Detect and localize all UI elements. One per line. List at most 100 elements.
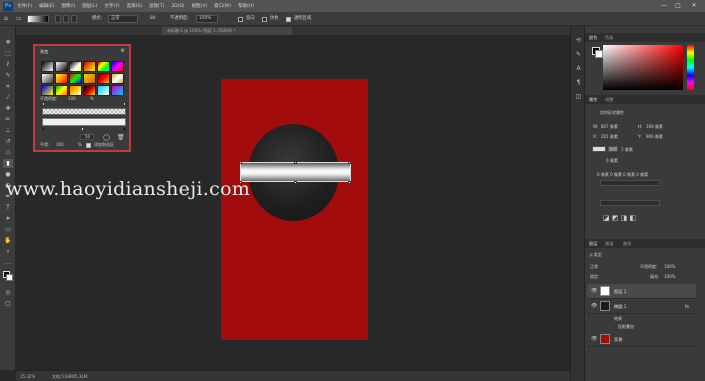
gradient-swatch[interactable] <box>69 61 82 72</box>
home-icon[interactable]: ⌂ <box>4 15 8 23</box>
menu-3d[interactable]: 3D(D) <box>171 4 184 9</box>
color-stop-mid[interactable] <box>81 127 84 131</box>
layer-row[interactable]: 👁 图层 1 <box>587 284 696 299</box>
quick-select-tool-icon[interactable]: ✎ <box>3 71 13 80</box>
color-gradient-bar[interactable] <box>42 118 126 126</box>
gradient-swatch[interactable] <box>55 85 68 96</box>
radius-row[interactable]: 0 像素 0 像素 0 像素 0 像素 <box>597 172 648 178</box>
lasso-tool-icon[interactable]: ℓ <box>3 60 13 69</box>
add-to-selection-checkbox[interactable] <box>86 143 91 148</box>
screen-mode-icon[interactable]: ▢ <box>3 299 13 308</box>
gradient-tool-icon[interactable]: ▮ <box>3 159 13 168</box>
more-tools-icon[interactable]: … <box>3 258 13 267</box>
menu-select[interactable]: 选择(S) <box>127 3 142 9</box>
eye-icon[interactable]: 👁 <box>591 336 597 342</box>
tab-adjustments[interactable]: 调整 <box>605 96 613 104</box>
opacity-gradient-bar[interactable] <box>42 108 126 115</box>
menu-layer[interactable]: 图层(L) <box>82 3 97 9</box>
type-tool-icon[interactable]: T <box>3 203 13 212</box>
eyedropper-tool-icon[interactable]: ⁄ <box>3 93 13 102</box>
w-value[interactable]: 807 像素 <box>601 124 618 130</box>
healing-tool-icon[interactable]: ✚ <box>3 104 13 113</box>
character-icon[interactable]: A <box>574 64 583 73</box>
gradient-preview[interactable] <box>27 15 49 23</box>
gradient-swatch[interactable] <box>97 73 110 84</box>
stroke-swatch[interactable] <box>608 146 618 152</box>
effect-item-label[interactable]: 投影叠加 <box>618 324 634 330</box>
color-stop-left[interactable] <box>42 127 45 131</box>
fx-icon[interactable]: fx <box>685 304 689 309</box>
fill-swatch[interactable] <box>592 146 606 152</box>
transform-handle[interactable] <box>294 181 297 184</box>
tab-channels[interactable]: 通道 <box>605 240 613 248</box>
gradient-swatch[interactable] <box>111 85 124 96</box>
transform-handle[interactable] <box>294 161 297 164</box>
path-ops-icon[interactable]: ◪ ◩ ◨ ◧ <box>603 214 636 222</box>
gear-icon[interactable]: ⚙ <box>121 48 125 54</box>
transform-handle[interactable] <box>239 161 242 164</box>
eye-icon[interactable]: 👁 <box>591 303 597 309</box>
opacity-input[interactable]: 100% <box>196 15 218 23</box>
corner-value[interactable]: 0 像素 <box>606 158 618 164</box>
layer-kind-filter[interactable]: ρ 类型 <box>590 252 602 258</box>
gradient-swatch[interactable] <box>41 73 54 84</box>
gradient-swatch[interactable] <box>97 85 110 96</box>
move-tool-icon[interactable]: ✥ <box>3 38 13 47</box>
gradient-swatch[interactable] <box>41 61 54 72</box>
menu-help[interactable]: 帮助(H) <box>238 3 254 9</box>
gradient-swatch[interactable] <box>69 73 82 84</box>
smoothness-value[interactable]: 100 <box>56 142 64 147</box>
gradient-swatch[interactable] <box>83 85 96 96</box>
shape-tool-icon[interactable]: ▭ <box>3 225 13 234</box>
radial-gradient-button[interactable] <box>63 15 69 23</box>
gradient-swatch[interactable] <box>111 73 124 84</box>
y-value[interactable]: 906 像素 <box>646 134 663 140</box>
quick-mask-icon[interactable]: ◎ <box>3 288 13 297</box>
stroke-width[interactable]: 1 像素 <box>621 147 633 153</box>
radius-field-2[interactable] <box>600 200 660 206</box>
gradient-tool-icon[interactable]: ▭ <box>16 15 22 23</box>
blend-mode-select[interactable]: 正常 <box>590 264 598 270</box>
opacity-value[interactable]: 100 <box>68 96 76 101</box>
radius-field-1[interactable] <box>600 180 660 186</box>
menu-edit[interactable]: 编辑(E) <box>39 3 54 9</box>
tab-paths[interactable]: 路径 <box>623 240 631 248</box>
history-icon[interactable]: ⟲ <box>574 36 583 45</box>
mode-select[interactable]: 正常 <box>108 15 138 23</box>
eye-icon[interactable]: 👁 <box>591 288 597 294</box>
gradient-swatch[interactable] <box>83 61 96 72</box>
gradient-swatch[interactable] <box>55 73 68 84</box>
menu-image[interactable]: 图像(I) <box>61 3 75 9</box>
opacity-stop-left[interactable] <box>42 102 45 106</box>
menu-view[interactable]: 视图(V) <box>192 3 208 9</box>
gradient-swatch[interactable] <box>41 85 54 96</box>
delete-stop-icon[interactable]: ◯ <box>103 134 110 141</box>
marquee-tool-icon[interactable]: ⬚ <box>3 49 13 58</box>
color-picker-field[interactable] <box>603 45 683 90</box>
eraser-tool-icon[interactable]: ◇ <box>3 148 13 157</box>
transparency-checkbox[interactable] <box>286 17 291 22</box>
background-color[interactable] <box>6 274 13 281</box>
maximize-icon[interactable]: □ <box>673 1 683 10</box>
gradient-swatch[interactable] <box>111 61 124 72</box>
paragraph-icon[interactable]: ¶ <box>574 78 583 87</box>
zoom-level[interactable]: 15.32% <box>20 374 35 379</box>
gradient-bar-shape[interactable] <box>240 162 351 182</box>
crop-tool-icon[interactable]: ⌗ <box>3 82 13 91</box>
panel-background-swatch[interactable] <box>595 50 603 58</box>
opacity-stop-mid[interactable] <box>81 102 84 106</box>
trash-icon[interactable]: 🗑 <box>117 134 125 141</box>
stamp-tool-icon[interactable]: ⊥ <box>3 126 13 135</box>
transform-handle[interactable] <box>348 181 351 184</box>
close-icon[interactable]: ✕ <box>689 1 699 10</box>
brush-settings-icon[interactable]: ✎ <box>574 50 583 59</box>
adjustments-icon[interactable]: ◫ <box>574 92 583 101</box>
opacity-stop-right[interactable] <box>123 102 126 106</box>
path-select-icon[interactable]: ➤ <box>3 214 13 223</box>
h-value[interactable]: 168 像素 <box>646 124 663 130</box>
gradient-swatch[interactable] <box>97 61 110 72</box>
history-brush-icon[interactable]: ↺ <box>3 137 13 146</box>
hue-slider[interactable] <box>687 45 694 90</box>
hand-tool-icon[interactable]: ✋ <box>3 236 13 245</box>
gradient-swatch[interactable] <box>55 61 68 72</box>
